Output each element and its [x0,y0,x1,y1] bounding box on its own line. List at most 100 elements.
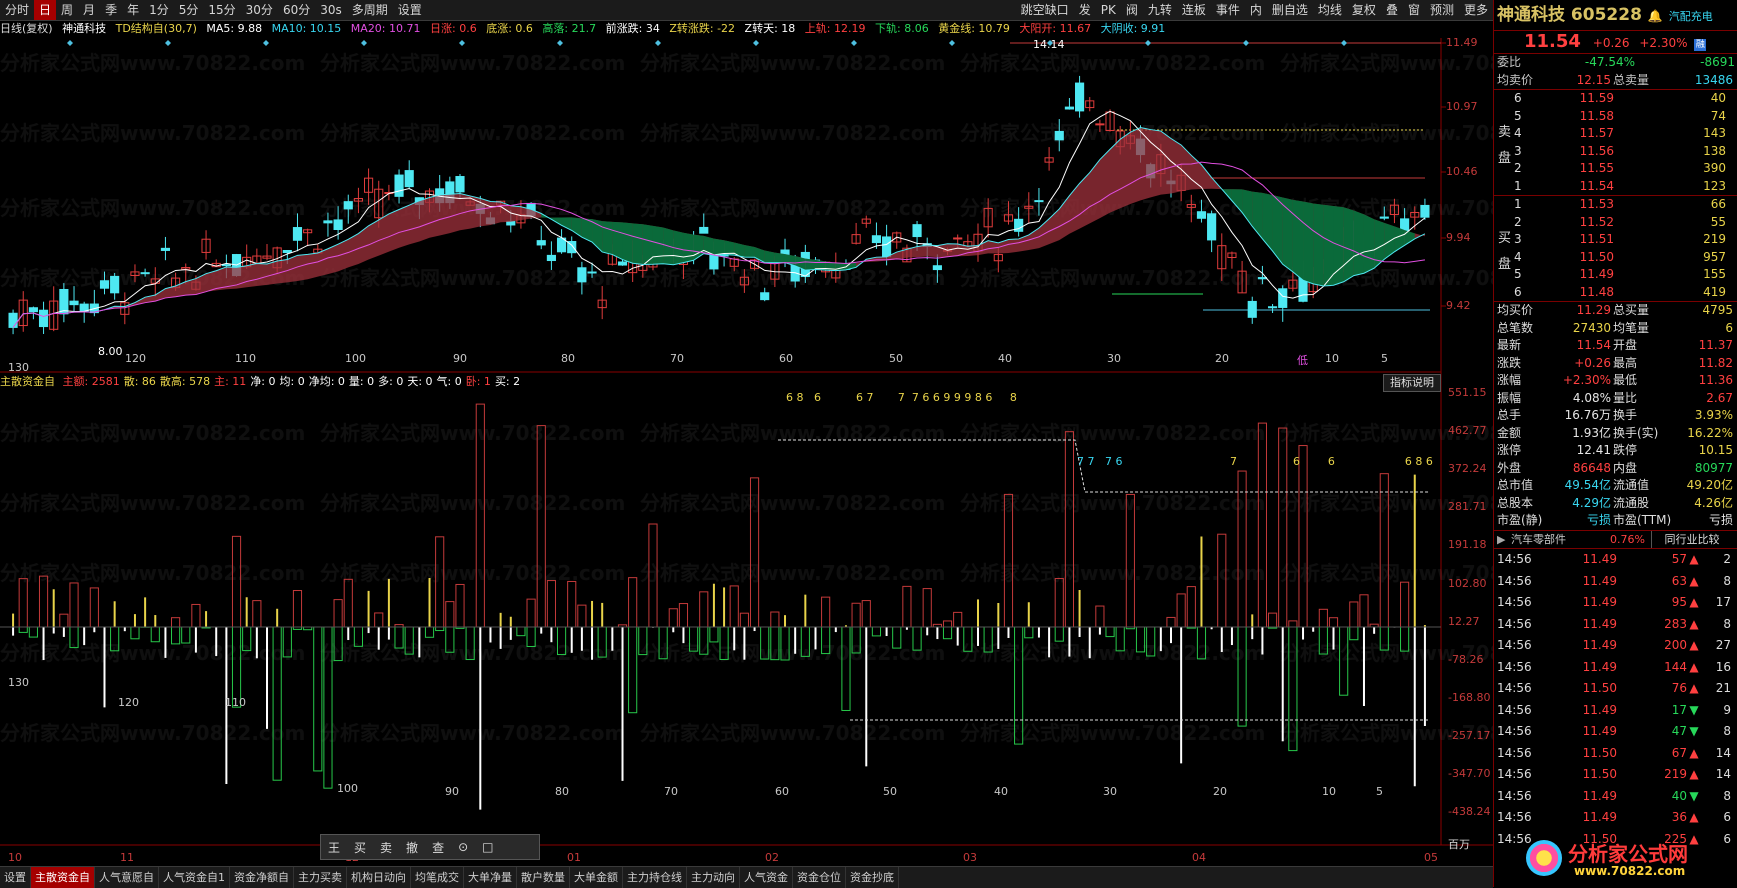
indicator-tick: -438.24 [1448,805,1490,818]
float-tool-0[interactable]: 王 [321,839,347,856]
stat-label: 涨幅 [1497,372,1555,390]
main-fund-bar [537,426,545,627]
total-sell-label: 总卖量 [1611,72,1673,90]
tick-price: 11.49 [1557,721,1617,743]
buy-level[interactable]: 511.49155 [1494,266,1737,284]
expand-icon[interactable]: ▶ [1497,531,1511,549]
industry-compare-button[interactable]: 同行业比较 [1651,531,1732,549]
float-tool-5[interactable]: ⊙ [451,840,475,854]
stat-label: 最新 [1497,337,1555,355]
indicator-tab-5[interactable]: 主力买卖 [294,867,347,888]
main-fund-bar [1258,423,1266,627]
sell-level[interactable]: 211.55390 [1494,160,1737,178]
tick-price: 11.49 [1557,635,1617,657]
stat-label: 内盘 [1611,460,1677,478]
indicator-tab-9[interactable]: 散户数量 [517,867,570,888]
stat-label: 总市值 [1497,477,1555,495]
indicator-header: 主散资金自 主额: 2581散: 86散高: 578主: 11净: 0均: 0净… [0,374,524,390]
sell-level[interactable]: 411.57143 [1494,125,1737,143]
indicator-tab-13[interactable]: 人气资金 [740,867,793,888]
indicator-tab-12[interactable]: 主力动向 [687,867,740,888]
candle-body [1421,205,1429,217]
stat-row: 总股本4.29亿流通股4.26亿 [1494,495,1737,513]
low-price-label: 8.00 [98,345,123,358]
buy-level[interactable]: 311.51219 [1494,231,1737,249]
float-tool-2[interactable]: 卖 [373,839,399,856]
tick-volume: 40 [1617,786,1687,808]
candle-body [395,175,403,196]
buy-level[interactable]: 411.50957 [1494,249,1737,267]
buy-level[interactable]: 211.5255 [1494,214,1737,232]
stat-value: 10.15 [1677,442,1733,460]
level-index: 6 [1514,284,1544,302]
quote-stats: 均买价11.29总买量4795总笔数27430均笔量6最新11.54开盘11.3… [1494,302,1737,531]
sector-tag[interactable]: 汽配充电 [1669,10,1713,23]
buy-level[interactable]: 611.48419 [1494,284,1737,302]
sell-level[interactable]: 611.5940 [1494,90,1737,108]
indicator-explain-button[interactable]: 指标说明 [1383,374,1441,392]
indicator-tab-15[interactable]: 资金抄底 [846,867,899,888]
stat-label: 市盈(TTM) [1611,512,1677,530]
float-tool-3[interactable]: 撤 [399,839,425,856]
stat-label: 量比 [1611,390,1677,408]
indicator-tab-11[interactable]: 主力持仓线 [623,867,687,888]
sell-level[interactable]: 111.54123 [1494,178,1737,196]
candle-body [1268,307,1276,308]
indicator-tab-10[interactable]: 大单金额 [570,867,623,888]
tick-volume: 63 [1617,571,1687,593]
chart-canvas[interactable]: 分析家公式网www.70822.com 分析家公式网www.70822.com 分析… [0,0,1493,887]
level-price: 11.54 [1544,178,1614,196]
candle-body [9,313,17,327]
candle-body [537,241,545,245]
tick-time: 14:56 [1497,657,1557,679]
main-fund-bar [1065,432,1073,627]
ma-band-fill-bear [765,251,775,263]
indicator-tab-1[interactable]: 主散资金自 [31,867,95,888]
indicator-tab-14[interactable]: 资金仓位 [793,867,846,888]
float-tool-1[interactable]: 买 [347,839,373,856]
indicator-tab-6[interactable]: 机构日动向 [347,867,411,888]
bell-icon[interactable]: 🔔 [1648,9,1663,23]
indicator-day-tick: 110 [225,696,246,709]
level-price: 11.55 [1544,160,1614,178]
watermark: 分析家公式网www.70822.com [320,721,625,745]
watermark: 分析家公式网www.70822.com [640,721,945,745]
indicator-tab-7[interactable]: 均笔成交 [411,867,464,888]
indicator-stat: 净均: 0 [309,375,345,388]
stat-value: 11.82 [1677,355,1733,373]
tick-volume: 200 [1617,635,1687,657]
float-tool-4[interactable]: 查 [425,839,451,856]
indicator-stat: 量: 0 [349,375,374,388]
indicator-tab-4[interactable]: 资金净额自 [230,867,294,888]
stat-label: 涨跌 [1497,355,1555,373]
signal-diamond [557,40,563,46]
indicator-day-tick: 120 [118,696,139,709]
watermark: 分析家公式网www.70822.com [0,51,305,75]
float-tool-6[interactable]: □ [475,840,500,854]
indicator-title[interactable]: 主散资金自 [0,375,55,388]
logo-flower-icon [1526,840,1562,876]
tick-list[interactable]: 14:5611.4957▲214:5611.4963▲814:5611.4995… [1494,549,1737,850]
ma-band-fill-bear [633,223,643,264]
level-index: 5 [1514,266,1544,284]
sell-level[interactable]: 511.5874 [1494,108,1737,126]
candle-body [1065,107,1073,109]
last-price: 11.54 [1524,31,1581,52]
tick-time: 14:56 [1497,807,1557,829]
stock-title-code: 605228 [1571,5,1642,25]
industry-row: ▶ 汽车零部件 0.76% 同行业比较 [1494,531,1737,550]
stat-row: 总市值49.54亿流通值49.20亿 [1494,477,1737,495]
industry-name[interactable]: 汽车零部件 [1511,531,1601,549]
stat-value: +0.26 [1555,355,1611,373]
indicator-tab-2[interactable]: 人气意愿自 [95,867,159,888]
indicator-tab-8[interactable]: 大单净量 [464,867,517,888]
finance-icon[interactable]: 融 [1694,39,1706,51]
tick-row: 14:5611.50219▲14 [1494,764,1737,786]
buy-level[interactable]: 111.5366 [1494,196,1737,214]
sell-level[interactable]: 311.56138 [1494,143,1737,161]
candle-body [913,225,921,237]
watermark: 分析家公式网www.70822.com [1280,121,1493,145]
indicator-tab-3[interactable]: 人气资金自1 [159,867,230,888]
indicator-tab-0[interactable]: 设置 [0,867,31,888]
tick-count: 8 [1701,571,1731,593]
